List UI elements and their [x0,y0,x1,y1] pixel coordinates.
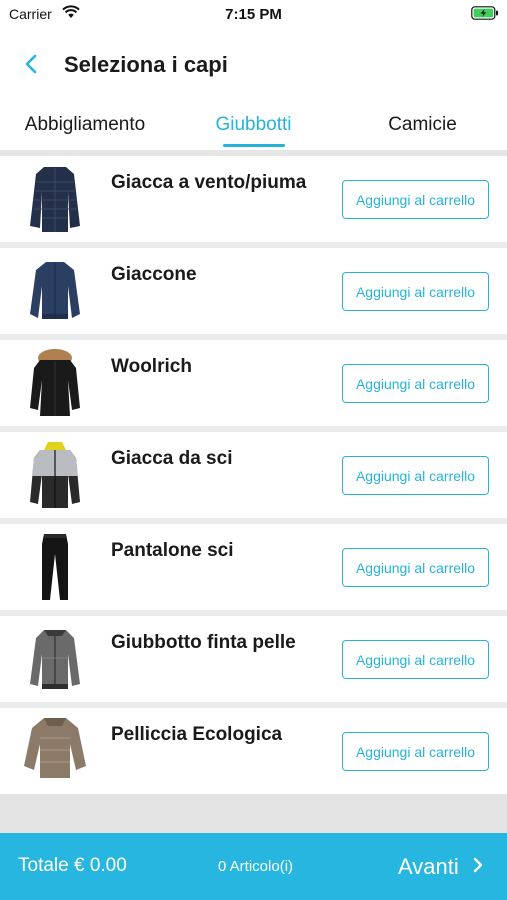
add-to-cart-button[interactable]: Aggiungi al carrello [342,456,489,495]
list-item: Giacca da sci Aggiungi al carrello [0,432,507,518]
add-to-cart-button[interactable]: Aggiungi al carrello [342,548,489,587]
list-item: Giacca a vento/piuma Aggiungi al carrell… [0,156,507,242]
item-name: Giaccone [111,264,197,285]
list-item: Pantalone sci Aggiungi al carrello [0,524,507,610]
chevron-right-icon [471,855,485,880]
add-to-cart-button[interactable]: Aggiungi al carrello [342,364,489,403]
item-name: Pelliccia Ecologica [111,724,283,745]
cart-summary-bar: Totale € 0.00 0 Articolo(i) Avanti [0,833,507,900]
next-button[interactable]: Avanti [398,850,485,884]
add-to-cart-button[interactable]: Aggiungi al carrello [342,272,489,311]
ski-pants-image [22,530,88,604]
chevron-left-icon[interactable] [18,50,46,78]
active-tab-indicator [223,144,285,147]
page-title: Seleziona i capi [64,52,228,77]
list-item: Woolrich Aggiungi al carrello [0,340,507,426]
ski-jacket-image [22,438,88,512]
list-item: Giaccone Aggiungi al carrello [0,248,507,334]
item-count: 0 Articolo(i) [218,858,294,875]
faux-leather-jacket-image [22,622,88,696]
list-footer-space [0,794,507,833]
status-bar: Carrier 7:15 PM [0,0,507,28]
item-name: Giacca a vento/piuma [111,172,307,193]
parka-image [22,346,88,420]
item-name: Giacca da sci [111,448,233,469]
faux-fur-coat-image [22,714,88,788]
nav-bar: Seleziona i capi [0,40,507,92]
item-name: Woolrich [111,356,192,377]
product-list[interactable]: Giacca a vento/piuma Aggiungi al carrell… [0,150,507,833]
add-to-cart-button[interactable]: Aggiungi al carrello [342,640,489,679]
cart-total: Totale € 0.00 [18,855,127,876]
battery-charging-icon [471,6,499,25]
next-label: Avanti [398,854,459,879]
category-tabs: Abbigliamento Giubbotti Camicie [0,108,507,150]
puffer-jacket-image [22,162,88,236]
add-to-cart-button[interactable]: Aggiungi al carrello [342,732,489,771]
list-item: Giubbotto finta pelle Aggiungi al carrel… [0,616,507,702]
tab-abbigliamento[interactable]: Abbigliamento [0,114,170,136]
item-name: Giubbotto finta pelle [111,632,296,653]
tab-giubbotti[interactable]: Giubbotti [169,114,338,136]
add-to-cart-button[interactable]: Aggiungi al carrello [342,180,489,219]
item-name: Pantalone sci [111,540,234,561]
status-time: 7:15 PM [225,6,282,23]
list-item: Pelliccia Ecologica Aggiungi al carrello [0,708,507,794]
bomber-jacket-image [22,254,88,328]
tab-camicie[interactable]: Camicie [338,114,507,136]
